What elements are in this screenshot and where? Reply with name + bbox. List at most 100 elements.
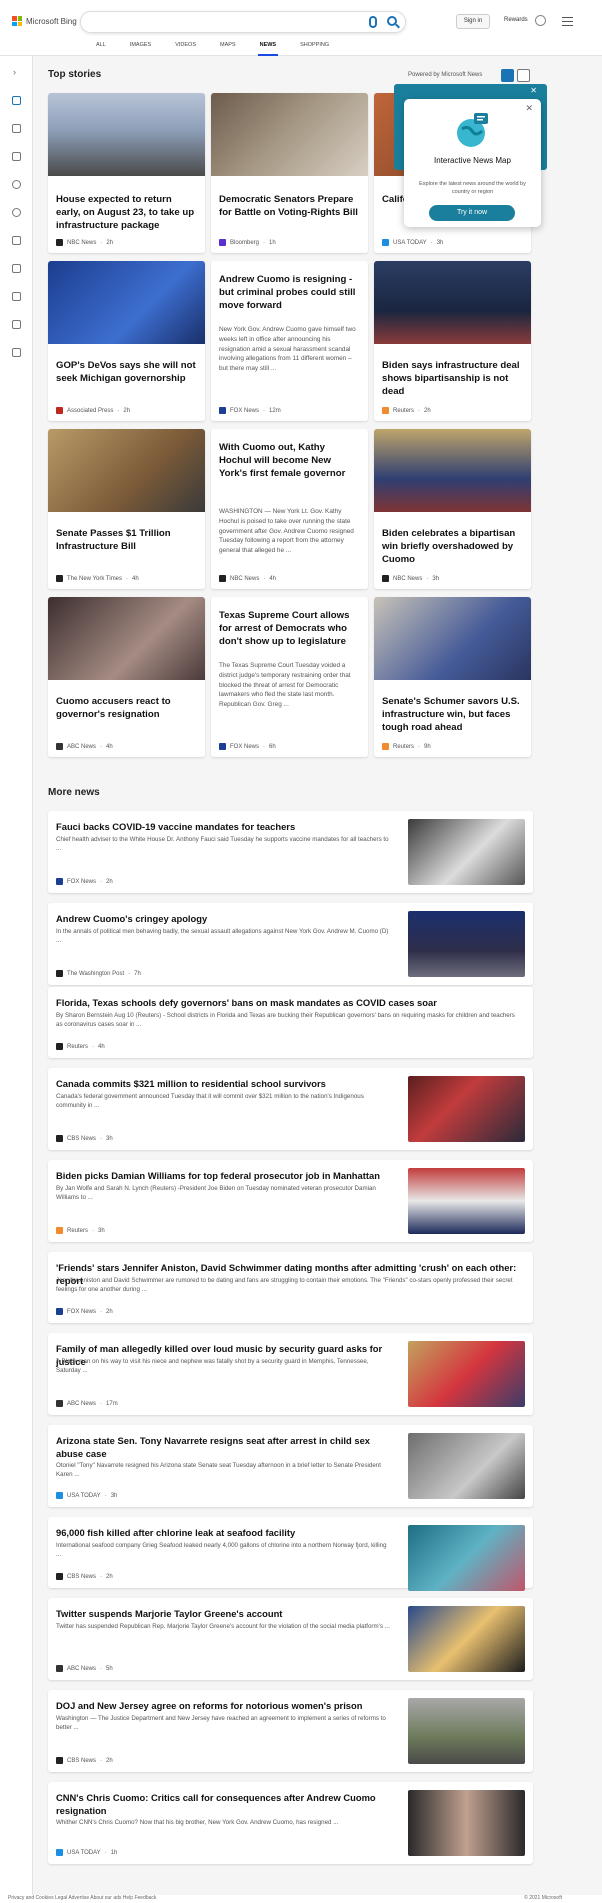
story-image[interactable] xyxy=(374,429,531,512)
story-title[interactable]: Democratic Senators Prepare for Battle o… xyxy=(219,193,360,219)
story-image[interactable] xyxy=(48,261,205,344)
news-thumbnail[interactable] xyxy=(408,1076,525,1142)
rewards-trophy-icon[interactable] xyxy=(535,15,546,26)
news-thumbnail[interactable] xyxy=(408,1525,525,1591)
story-title[interactable]: Senate's Schumer savors U.S. infrastruct… xyxy=(382,695,523,734)
news-title[interactable]: Arizona state Sen. Tony Navarrete resign… xyxy=(56,1434,393,1460)
news-title[interactable]: DOJ and New Jersey agree on reforms for … xyxy=(56,1699,393,1712)
news-thumbnail[interactable] xyxy=(408,1433,525,1499)
story-card[interactable]: With Cuomo out, Kathy Hochul will become… xyxy=(211,429,368,589)
story-card[interactable]: Andrew Cuomo is resigning - but criminal… xyxy=(211,261,368,421)
news-title[interactable]: Biden picks Damian Williams for top fede… xyxy=(56,1169,393,1182)
rewards-link[interactable]: Rewards xyxy=(504,17,528,23)
story-image[interactable] xyxy=(211,93,368,176)
news-title[interactable]: Florida, Texas schools defy governors' b… xyxy=(56,996,523,1009)
tab-all[interactable]: ALL xyxy=(84,42,118,51)
news-list-item[interactable]: Fauci backs COVID-19 vaccine mandates fo… xyxy=(48,811,533,893)
story-image[interactable] xyxy=(374,597,531,680)
story-title[interactable]: Senate Passes $1 Trillion Infrastructure… xyxy=(56,527,197,553)
news-list-item[interactable]: Andrew Cuomo's cringey apology In the ann… xyxy=(48,903,533,985)
story-title[interactable]: Texas Supreme Court allows for arrest of… xyxy=(219,609,360,648)
story-title[interactable]: GOP's DeVos says she will not seek Michi… xyxy=(56,359,197,385)
story-card[interactable]: Senate Passes $1 Trillion Infrastructure… xyxy=(48,429,205,589)
news-list-item[interactable]: 96,000 fish killed after chlorine leak a… xyxy=(48,1517,533,1591)
try-it-now-button[interactable]: Try it now xyxy=(429,205,515,221)
map-view-icon[interactable] xyxy=(517,69,530,82)
news-list-item[interactable]: Florida, Texas schools defy governors' b… xyxy=(48,987,533,1058)
source-name: Reuters xyxy=(67,1227,89,1234)
story-image[interactable] xyxy=(48,429,205,512)
news-title[interactable]: 96,000 fish killed after chlorine leak a… xyxy=(56,1526,393,1539)
tab-images[interactable]: IMAGES xyxy=(118,42,163,51)
close-icon[interactable]: ✕ xyxy=(530,86,537,95)
story-title[interactable]: Biden says infrastructure deal shows bip… xyxy=(382,359,523,398)
news-list-item[interactable]: Family of man allegedly killed over loud… xyxy=(48,1333,533,1415)
popup-close-icon[interactable]: ✕ xyxy=(525,103,533,114)
news-list-item[interactable]: Twitter suspends Marjorie Taylor Greene'… xyxy=(48,1598,533,1680)
news-list-item[interactable]: 'Friends' stars Jennifer Aniston, David … xyxy=(48,1252,533,1323)
flag-icon[interactable] xyxy=(12,152,21,161)
news-list-item[interactable]: CNN's Chris Cuomo: Critics call for cons… xyxy=(48,1782,533,1864)
news-list-item[interactable]: Arizona state Sen. Tony Navarrete resign… xyxy=(48,1425,533,1507)
source-name: NBC News xyxy=(67,239,97,246)
news-list-item[interactable]: DOJ and New Jersey agree on reforms for … xyxy=(48,1690,533,1772)
story-title[interactable]: Cuomo accusers react to governor's resig… xyxy=(56,695,197,721)
microphone-icon[interactable] xyxy=(369,16,377,28)
news-thumbnail[interactable] xyxy=(408,1790,525,1856)
story-title[interactable]: House expected to return early, on Augus… xyxy=(56,193,197,232)
tab-shopping[interactable]: SHOPPING xyxy=(288,42,341,51)
story-title[interactable]: Biden celebrates a bipartisan win briefl… xyxy=(382,527,523,566)
news-thumbnail[interactable] xyxy=(408,911,525,977)
story-card[interactable]: House expected to return early, on Augus… xyxy=(48,93,205,253)
world-icon[interactable] xyxy=(12,208,21,217)
news-title[interactable]: CNN's Chris Cuomo: Critics call for cons… xyxy=(56,1791,393,1817)
news-list-item[interactable]: Canada commits $321 million to residenti… xyxy=(48,1068,533,1150)
technology-icon[interactable] xyxy=(12,264,21,273)
news-list-item[interactable]: Biden picks Damian Williams for top fede… xyxy=(48,1160,533,1242)
story-title[interactable]: With Cuomo out, Kathy Hochul will become… xyxy=(219,441,360,480)
story-age: 3h xyxy=(436,239,444,246)
news-title[interactable]: Twitter suspends Marjorie Taylor Greene'… xyxy=(56,1607,393,1620)
grid-view-icon[interactable] xyxy=(501,69,514,82)
sign-in-button[interactable]: Sign in xyxy=(456,14,490,29)
news-thumbnail[interactable] xyxy=(408,819,525,885)
story-image[interactable] xyxy=(48,597,205,680)
story-card[interactable]: Texas Supreme Court allows for arrest of… xyxy=(211,597,368,757)
story-card[interactable]: Biden celebrates a bipartisan win briefl… xyxy=(374,429,531,589)
footer-links[interactable]: Privacy and Cookies Legal Advertise Abou… xyxy=(8,1895,156,1901)
bing-logo[interactable]: Microsoft Bing xyxy=(12,16,77,26)
location-icon[interactable] xyxy=(12,180,21,189)
home-icon[interactable] xyxy=(12,96,21,105)
story-age: 4h xyxy=(106,743,113,750)
money-icon[interactable] xyxy=(12,348,21,357)
story-card[interactable]: Democratic Senators Prepare for Battle o… xyxy=(211,93,368,253)
tab-maps[interactable]: MAPS xyxy=(208,42,248,51)
sports-icon[interactable] xyxy=(12,236,21,245)
story-title[interactable]: Andrew Cuomo is resigning - but criminal… xyxy=(219,273,360,312)
tab-news[interactable]: NEWS xyxy=(248,42,289,56)
expand-chevron-icon[interactable]: › xyxy=(13,67,16,77)
story-card[interactable]: Senate's Schumer savors U.S. infrastruct… xyxy=(374,597,531,757)
news-title[interactable]: Andrew Cuomo's cringey apology xyxy=(56,912,393,925)
science-icon[interactable] xyxy=(12,124,21,133)
story-image[interactable] xyxy=(374,261,531,344)
search-input[interactable] xyxy=(80,11,406,33)
news-thumbnail[interactable] xyxy=(408,1606,525,1672)
source-name: FOX News xyxy=(67,878,97,885)
news-thumbnail[interactable] xyxy=(408,1168,525,1234)
tab-videos[interactable]: VIDEOS xyxy=(163,42,208,51)
news-title[interactable]: Fauci backs COVID-19 vaccine mandates fo… xyxy=(56,820,393,833)
story-card[interactable]: GOP's DeVos says she will not seek Michi… xyxy=(48,261,205,421)
story-image[interactable] xyxy=(48,93,205,176)
story-card[interactable]: Cuomo accusers react to governor's resig… xyxy=(48,597,205,757)
politics-icon[interactable] xyxy=(12,320,21,329)
menu-icon[interactable] xyxy=(562,17,573,29)
separator: · xyxy=(263,239,266,246)
entertainment-icon[interactable] xyxy=(12,292,21,301)
news-thumbnail[interactable] xyxy=(408,1698,525,1764)
search-icon[interactable] xyxy=(387,16,397,26)
news-title[interactable]: Canada commits $321 million to residenti… xyxy=(56,1077,393,1090)
story-card[interactable]: Biden says infrastructure deal shows bip… xyxy=(374,261,531,421)
news-thumbnail[interactable] xyxy=(408,1341,525,1407)
source-name: ABC News xyxy=(67,743,97,750)
